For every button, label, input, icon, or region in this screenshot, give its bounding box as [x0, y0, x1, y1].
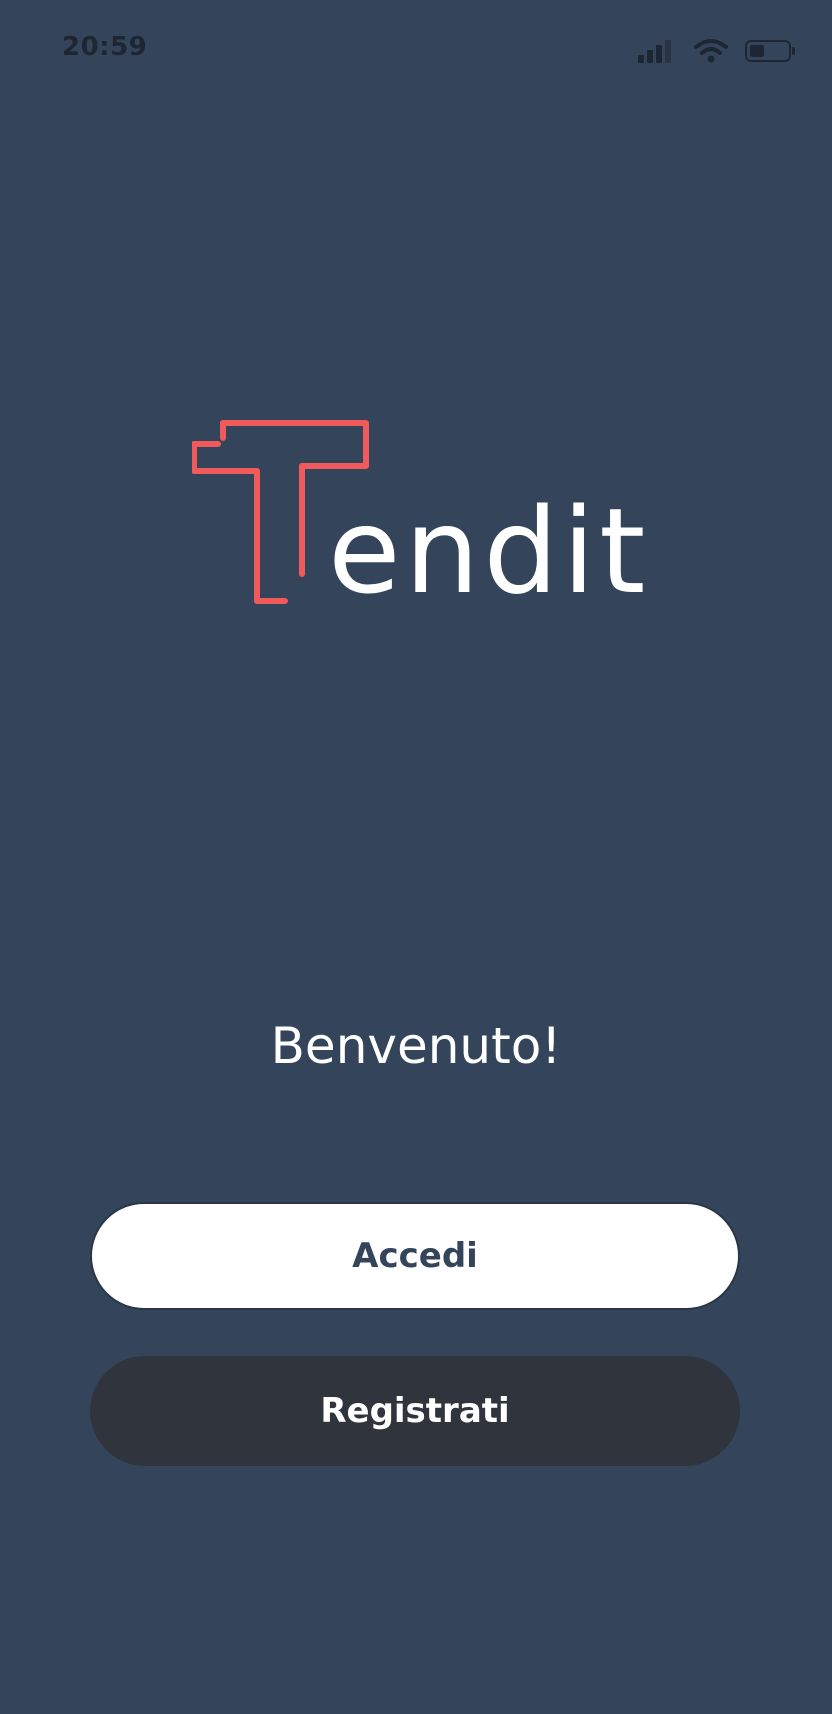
welcome-title: Benvenuto! — [270, 1017, 562, 1075]
status-bar: 20:59 — [0, 0, 832, 100]
wifi-icon — [694, 39, 728, 63]
status-time: 20:59 — [62, 32, 148, 62]
status-icons — [636, 36, 798, 66]
welcome-screen: 20:59 endit Benvenuto! Accedi Registrati — [0, 0, 832, 1714]
login-button[interactable]: Accedi — [90, 1202, 740, 1310]
signal-icon — [638, 40, 671, 63]
register-button[interactable]: Registrati — [90, 1356, 740, 1466]
battery-icon — [745, 40, 795, 62]
logo-wordmark: endit — [328, 482, 650, 620]
